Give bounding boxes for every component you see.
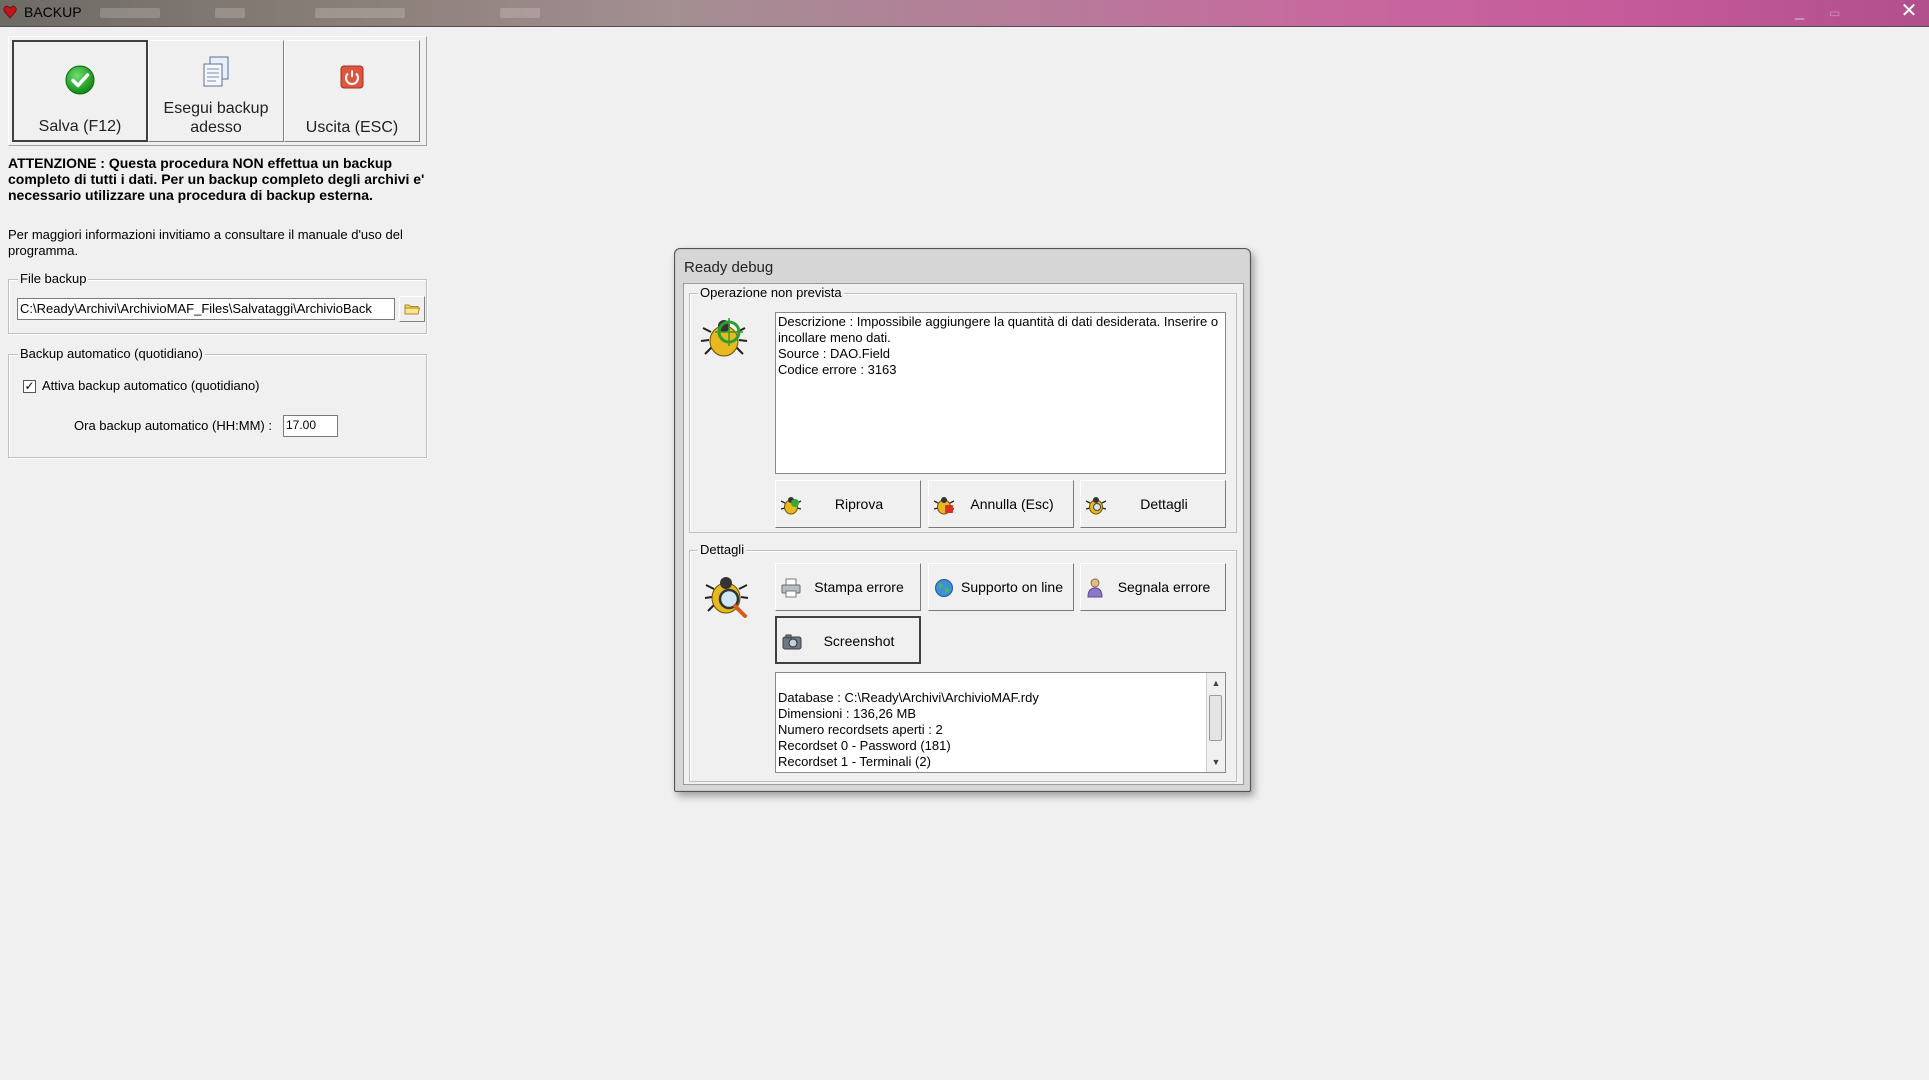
- error-description-box[interactable]: Descrizione : Impossibile aggiungere la …: [775, 312, 1226, 474]
- power-icon: [340, 65, 364, 89]
- retry-label: Riprova: [834, 496, 884, 512]
- scroll-up-arrow-icon[interactable]: ▲: [1207, 675, 1225, 691]
- maximize-button[interactable]: ▭: [1829, 6, 1853, 20]
- dialog-title: Ready debug: [684, 259, 774, 276]
- checkmark-icon: [65, 65, 95, 95]
- titlebar-decoration: [500, 8, 540, 18]
- printer-icon: [781, 578, 801, 598]
- run-backup-label: Esegui backup adesso: [163, 100, 269, 136]
- retry-button[interactable]: Riprova: [775, 480, 921, 528]
- debug-dialog: Ready debug Operazione non prevista Desc…: [674, 248, 1251, 792]
- titlebar-decoration: [315, 8, 405, 18]
- browse-button[interactable]: [399, 296, 425, 322]
- titlebar-decoration: [100, 8, 160, 18]
- titlebar-decoration: [215, 8, 245, 18]
- document-copy-icon: [203, 56, 229, 87]
- auto-backup-checkbox-label: Attiva backup automatico (quotidiano): [42, 378, 260, 393]
- auto-backup-checkbox[interactable]: ✓: [23, 380, 36, 393]
- error-source-line: Source : DAO.Field: [778, 346, 890, 361]
- scroll-thumb[interactable]: [1209, 695, 1222, 741]
- title-bar: BACKUP ▁ ▭ ✕: [0, 0, 1929, 27]
- exit-button[interactable]: Uscita (ESC): [284, 40, 420, 142]
- auto-backup-group: Backup automatico (quotidiano) ✓ Attiva …: [8, 346, 427, 458]
- error-group-legend: Operazione non prevista: [698, 285, 844, 301]
- online-support-label: Supporto on line: [961, 579, 1063, 595]
- auto-backup-legend: Backup automatico (quotidiano): [18, 346, 205, 362]
- app-heart-icon: [3, 5, 17, 19]
- details-group: Dettagli Stampa errore Supporto on line …: [689, 542, 1237, 782]
- scroll-down-arrow-icon[interactable]: ▼: [1207, 754, 1225, 770]
- online-support-button[interactable]: Supporto on line: [928, 563, 1074, 611]
- info-text: Per maggiori informazioni invitiamo a co…: [8, 227, 403, 258]
- run-backup-button[interactable]: Esegui backup adesso: [148, 40, 284, 142]
- cancel-button[interactable]: Annulla (Esc): [928, 480, 1074, 528]
- details-label: Dettagli: [1140, 496, 1188, 512]
- cancel-label: Annulla (Esc): [970, 496, 1054, 512]
- file-backup-group: File backup C:\Ready\Archivi\ArchivioMAF…: [8, 271, 427, 334]
- error-description-line: Descrizione : Impossibile aggiungere la …: [778, 314, 1222, 345]
- report-error-button[interactable]: Segnala errore: [1080, 563, 1226, 611]
- bug-icon: [700, 318, 748, 357]
- log-line: Recordset 1 - Terminali (2): [778, 754, 931, 769]
- details-button[interactable]: Dettagli: [1080, 480, 1226, 528]
- error-code-line: Codice errore : 3163: [778, 362, 897, 377]
- log-scrollbar[interactable]: ▲ ▼: [1206, 673, 1225, 772]
- details-log-box[interactable]: Database : C:\Ready\Archivi\ArchivioMAF.…: [775, 672, 1226, 773]
- camera-icon: [782, 634, 802, 650]
- minimize-button[interactable]: ▁: [1795, 6, 1819, 20]
- file-backup-legend: File backup: [18, 271, 89, 287]
- log-line: Database : C:\Ready\Archivi\ArchivioMAF.…: [778, 690, 1039, 705]
- warning-text: ATTENZIONE : Questa procedura NON effett…: [8, 155, 425, 203]
- bug-icon: [780, 497, 802, 515]
- log-line: Dimensioni : 136,26 MB: [778, 706, 917, 721]
- backup-time-field[interactable]: 17.00: [283, 415, 338, 437]
- bug-magnifier-icon: [704, 577, 749, 618]
- folder-icon: [404, 304, 421, 315]
- exit-label: Uscita (ESC): [305, 119, 399, 136]
- log-line: Numero recordsets aperti : 2: [778, 722, 943, 737]
- window-title: BACKUP: [24, 4, 82, 20]
- dialog-body: Operazione non prevista Descrizione : Im…: [683, 283, 1244, 785]
- backup-path-field[interactable]: C:\Ready\Archivi\ArchivioMAF_Files\Salva…: [17, 298, 395, 320]
- close-button[interactable]: ✕: [1889, 0, 1929, 22]
- screenshot-button[interactable]: Screenshot: [775, 616, 921, 664]
- person-icon: [1087, 578, 1103, 598]
- print-error-label: Stampa errore: [814, 579, 904, 595]
- details-group-legend: Dettagli: [698, 542, 747, 558]
- error-group: Operazione non prevista Descrizione : Im…: [689, 285, 1237, 533]
- bug-icon: [933, 497, 955, 515]
- save-label: Salva (F12): [38, 118, 122, 135]
- globe-icon: [935, 579, 953, 597]
- bug-icon: [1085, 497, 1107, 515]
- backup-time-label: Ora backup automatico (HH:MM) :: [74, 418, 272, 433]
- print-error-button[interactable]: Stampa errore: [775, 563, 921, 611]
- screenshot-label: Screenshot: [823, 633, 895, 649]
- save-button[interactable]: Salva (F12): [12, 40, 148, 142]
- report-error-label: Segnala errore: [1117, 579, 1211, 595]
- log-line: Recordset 0 - Password (181): [778, 738, 951, 753]
